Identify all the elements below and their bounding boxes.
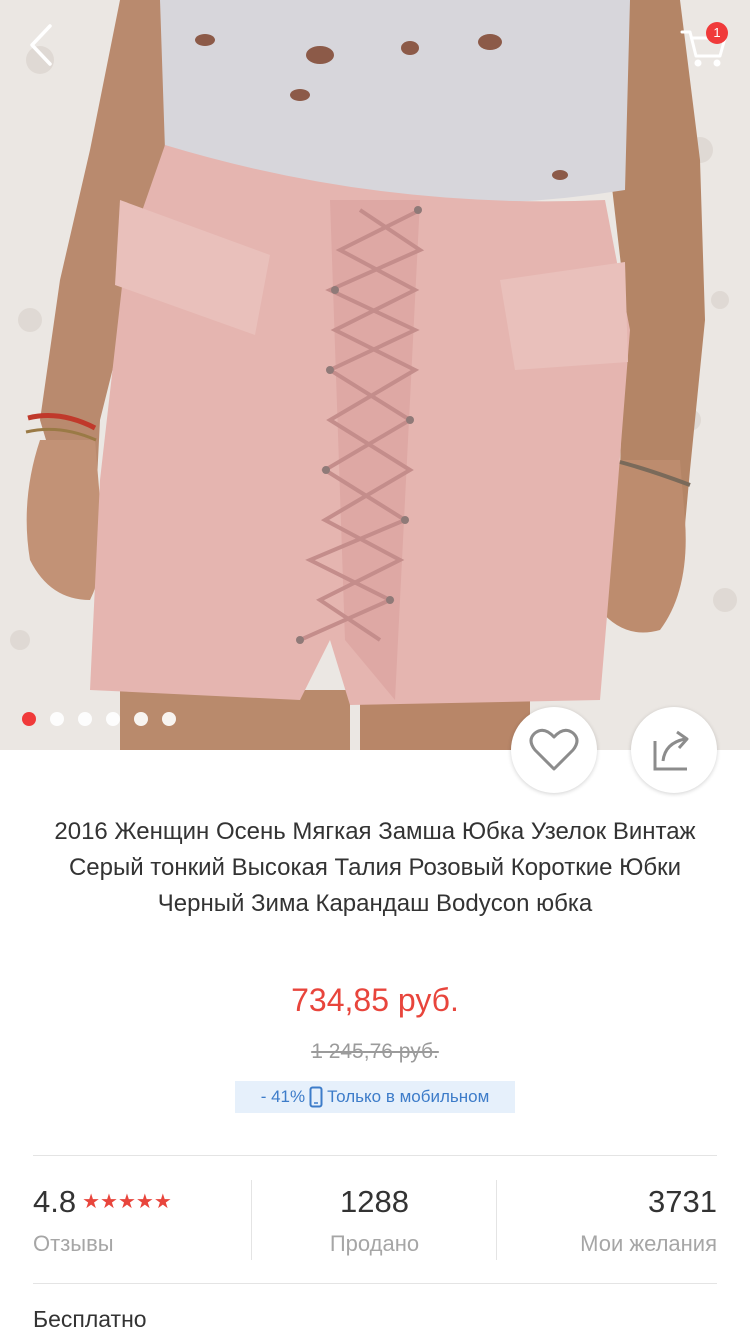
heart-icon [529,728,579,771]
favorite-button[interactable] [511,707,597,793]
mobile-discount-badge: - 41% Только в мобильном [235,1081,515,1113]
divider [33,1155,717,1156]
gallery-dot[interactable] [50,712,64,726]
chevron-left-icon [30,24,52,66]
wishes-stat[interactable]: 3731 Мои желания [497,1180,717,1260]
discount-percent: - 41% [260,1087,306,1106]
gallery-dot[interactable] [78,712,92,726]
sold-count: 1288 [340,1184,409,1219]
promo-text: Только в мобильном [327,1087,490,1106]
gallery-dot[interactable] [134,712,148,726]
product-photo [0,0,750,750]
cart-count-badge: 1 [706,22,728,44]
shipping-info[interactable]: Бесплатно [33,1306,147,1333]
product-stats: 4.8 ★★★★★ Отзывы 1288 Продано 3731 Мои же… [33,1180,717,1260]
gallery-dot[interactable] [22,712,36,726]
gallery-pagination [22,712,176,726]
wishes-count: 3731 [648,1184,717,1219]
star-rating: ★★★★★ [82,1191,172,1213]
gallery-dot[interactable] [162,712,176,726]
current-price: 734,85 руб. [291,982,459,1018]
cart-button[interactable]: 1 [676,18,732,74]
sold-stat: 1288 Продано [252,1180,497,1260]
product-image[interactable]: 1 [0,0,750,750]
rating-number: 4.8 [33,1184,77,1219]
rating-value: 4.8 ★★★★★ [33,1180,251,1224]
sold-label: Продано [329,1231,420,1256]
phone-icon [309,1086,323,1108]
reviews-label: Отзывы [33,1231,114,1256]
product-title: 2016 Женщин Осень Мягкая Замша Юбка Узел… [54,818,696,917]
old-price: 1 245,76 руб. [311,1040,439,1063]
reviews-stat[interactable]: 4.8 ★★★★★ Отзывы [33,1180,251,1260]
gallery-dot[interactable] [106,712,120,726]
divider [33,1283,717,1284]
wishes-label: Мои желания [580,1231,717,1256]
share-button[interactable] [631,707,717,793]
back-button[interactable] [18,20,68,70]
share-icon [653,730,689,771]
